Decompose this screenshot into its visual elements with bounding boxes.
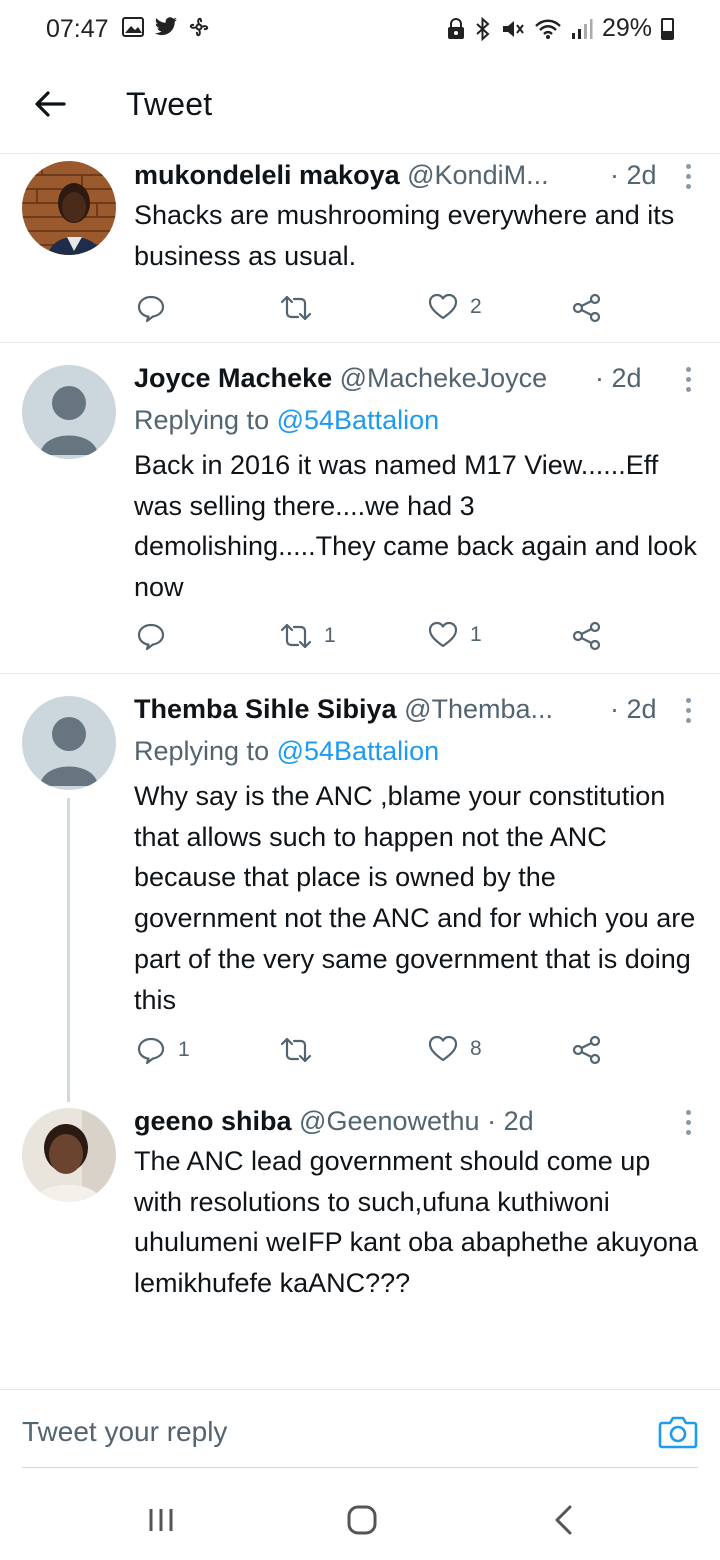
retweet-icon	[280, 1037, 312, 1063]
like-count: 2	[470, 295, 482, 318]
more-options-icon[interactable]	[686, 367, 692, 397]
reply-count: 1	[178, 1038, 190, 1061]
heart-icon	[428, 621, 458, 648]
share-button[interactable]	[572, 621, 602, 651]
battery-percent: 29%	[601, 14, 652, 42]
page-title: Tweet	[126, 86, 213, 122]
lock-icon	[447, 17, 464, 39]
replying-to: Replying to @54Battalion	[134, 736, 440, 766]
like-count: 1	[470, 623, 482, 646]
status-time: 07:47	[46, 15, 109, 43]
tweet-actions: 1 1	[134, 621, 614, 655]
share-button[interactable]	[572, 293, 602, 323]
tweet-item[interactable]: mukondeleli makoya @KondiM... · 2d Shack…	[0, 154, 720, 343]
share-button[interactable]	[572, 1035, 602, 1065]
retweet-button[interactable]	[280, 1035, 324, 1065]
author-name[interactable]: geeno shiba	[134, 1106, 292, 1136]
avatar[interactable]	[22, 161, 116, 255]
heart-icon	[428, 1035, 458, 1062]
like-button[interactable]: 8	[428, 1035, 482, 1063]
tweet-actions: 2	[134, 293, 614, 327]
retweet-icon	[280, 295, 312, 321]
tweet-item[interactable]: Joyce Macheke @MachekeJoyce · 2d Replyin…	[0, 343, 720, 674]
back-icon[interactable]	[546, 1502, 582, 1538]
recent-apps-icon[interactable]	[143, 1502, 179, 1538]
tweet-text: The ANC lead government should come up w…	[134, 1146, 698, 1299]
retweet-count: 1	[324, 624, 336, 647]
author-name[interactable]: Themba Sihle Sibiya	[134, 694, 397, 724]
fan-icon	[189, 17, 209, 37]
tweet-text: Shacks are mushrooming everywhere and it…	[134, 200, 675, 271]
replying-to: Replying to @54Battalion	[134, 405, 440, 435]
reply-icon	[137, 623, 165, 651]
tweet-time: · 2d	[610, 694, 657, 724]
tweet-text: Back in 2016 it was named M17 View......…	[134, 450, 697, 603]
system-navigation-bar	[0, 1480, 720, 1560]
retweet-button[interactable]: 1	[280, 621, 336, 651]
mention-link[interactable]: @54Battalion	[277, 405, 440, 435]
battery-icon	[661, 17, 674, 40]
reply-button[interactable]: 1	[136, 1035, 190, 1065]
retweet-button[interactable]	[280, 293, 324, 323]
avatar[interactable]	[22, 696, 116, 790]
heart-icon	[428, 293, 458, 320]
gallery-icon	[122, 17, 144, 37]
top-app-bar: Tweet	[0, 62, 720, 154]
author-name[interactable]: Joyce Macheke	[134, 363, 332, 393]
share-icon	[572, 621, 601, 651]
home-icon[interactable]	[344, 1502, 380, 1538]
reply-input[interactable]: Tweet your reply	[22, 1416, 227, 1448]
thread-connector	[67, 798, 70, 1102]
bluetooth-icon	[476, 16, 490, 41]
share-icon	[572, 1035, 601, 1065]
tweet-time: · 2d	[610, 160, 657, 190]
author-handle[interactable]: @Geenowethu	[299, 1106, 480, 1136]
reply-button[interactable]	[136, 293, 178, 323]
avatar[interactable]	[22, 365, 116, 459]
more-options-icon[interactable]	[686, 1110, 692, 1140]
reply-composer: Tweet your reply	[0, 1389, 720, 1469]
author-handle[interactable]: @KondiM...	[407, 160, 548, 190]
like-count: 8	[470, 1037, 482, 1060]
more-options-icon[interactable]	[686, 164, 692, 194]
wifi-icon	[535, 19, 561, 39]
status-bar: 07:47 29%	[0, 0, 720, 62]
tweet-text: Why say is the ANC ,blame your constitut…	[134, 781, 696, 1015]
mention-link[interactable]: @54Battalion	[277, 736, 440, 766]
reply-button[interactable]	[136, 621, 178, 651]
tweet-time: · 2d	[487, 1106, 534, 1136]
mute-icon	[502, 20, 524, 37]
camera-icon[interactable]	[658, 1414, 698, 1450]
back-arrow-icon[interactable]	[30, 84, 70, 124]
retweet-icon	[280, 623, 312, 649]
like-button[interactable]: 1	[428, 621, 482, 649]
tweet-actions: 1 8	[134, 1035, 614, 1069]
author-handle[interactable]: @Themba...	[404, 694, 553, 724]
reply-icon	[137, 295, 165, 323]
tweet-item[interactable]: Themba Sihle Sibiya @Themba... · 2d Repl…	[0, 674, 720, 1102]
author-handle[interactable]: @MachekeJoyce	[340, 363, 548, 393]
signal-icon	[571, 18, 593, 39]
avatar[interactable]	[22, 1108, 116, 1202]
author-name[interactable]: mukondeleli makoya	[134, 160, 400, 190]
divider	[22, 1467, 698, 1468]
tweet-time: · 2d	[595, 363, 642, 393]
twitter-bird-icon	[155, 17, 177, 36]
tweet-item[interactable]: geeno shiba @Geenowethu · 2d The ANC lea…	[0, 1100, 720, 1388]
like-button[interactable]: 2	[428, 293, 482, 321]
more-options-icon[interactable]	[686, 698, 692, 728]
share-icon	[572, 293, 601, 323]
reply-icon	[137, 1037, 165, 1065]
